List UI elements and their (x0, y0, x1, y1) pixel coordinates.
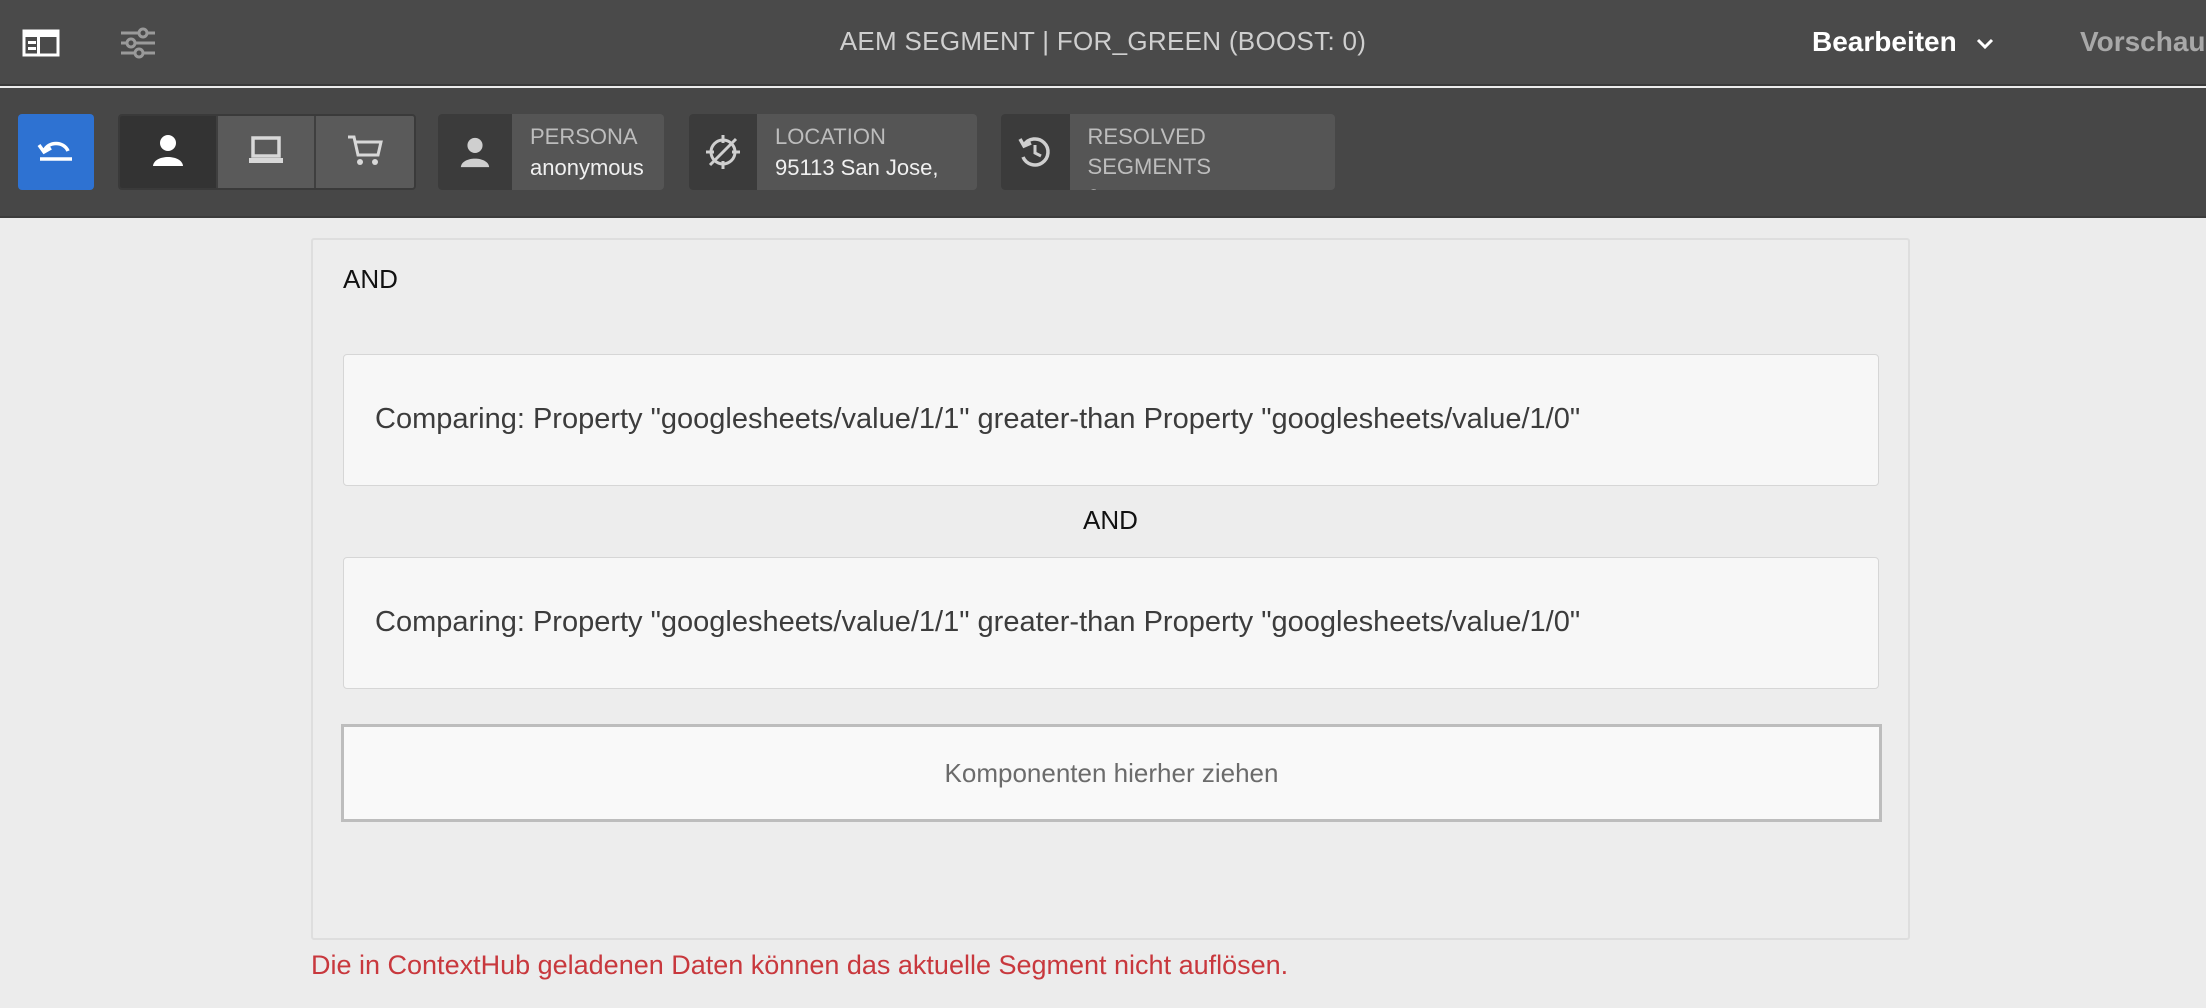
module-value: anonymous (530, 155, 644, 180)
top-toolbar: AEM SEGMENT | FOR_GREEN (BOOST: 0) Bearb… (0, 0, 2206, 86)
and-operator-label: AND (1083, 505, 1138, 535)
cart-icon (346, 133, 384, 172)
location-module[interactable]: LOCATION 95113 San Jose, CA (689, 114, 977, 190)
comparison-text: Comparing: Property "googlesheets/value/… (375, 606, 1581, 638)
user-icon (438, 114, 512, 190)
mode-dropdown[interactable]: Bearbeiten (1812, 26, 1995, 58)
user-icon (150, 132, 186, 173)
error-message: Die in ContextHub geladenen Daten können… (311, 950, 1289, 980)
location-icon (689, 114, 758, 190)
resolved-segments-module[interactable]: RESOLVED SEGMENTS 2 segments (1001, 114, 1335, 190)
refresh-icon (1001, 114, 1070, 190)
preview-button[interactable]: Vorschau (2080, 26, 2206, 58)
laptop-icon (247, 134, 285, 171)
edit-mode-label: Bearbeiten (1812, 26, 1957, 57)
comparison-rule[interactable]: Comparing: Property "googlesheets/value/… (343, 354, 1879, 486)
user-mode-button[interactable] (120, 116, 218, 188)
device-mode-switcher (118, 114, 416, 190)
module-label: PERSONA (530, 124, 638, 149)
cart-mode-button[interactable] (316, 116, 414, 188)
chevron-down-icon (1975, 26, 1995, 58)
persona-module[interactable]: PERSONA anonymous (438, 114, 664, 190)
module-value: 95113 San Jose, CA (775, 155, 939, 190)
contexthub-toolbar: PERSONA anonymous LOCATION 95113 San Jos… (0, 88, 2206, 218)
undo-icon (36, 135, 76, 170)
and-operator-label[interactable]: AND (343, 264, 398, 295)
comparison-rule[interactable]: Comparing: Property "googlesheets/value/… (343, 557, 1879, 689)
comparison-text: Comparing: Property "googlesheets/value/… (375, 403, 1581, 435)
component-drop-zone[interactable]: Komponenten hierher ziehen (341, 724, 1882, 822)
device-mode-button[interactable] (218, 116, 316, 188)
module-label: LOCATION (775, 124, 886, 149)
module-value: 2 segments (1088, 182, 1317, 190)
module-label: RESOLVED SEGMENTS (1087, 124, 1211, 179)
undo-button[interactable] (18, 114, 94, 190)
segment-container[interactable]: AND Comparing: Property "googlesheets/va… (311, 238, 1910, 940)
